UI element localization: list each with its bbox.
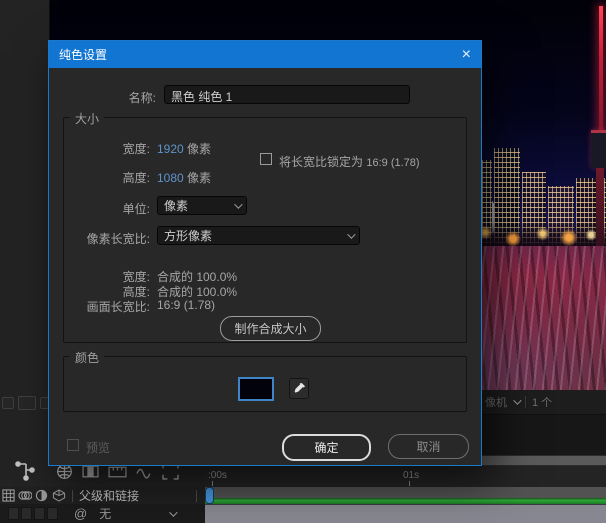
parent-link-header: 父级和链接 [79,487,139,504]
panel-gap [482,415,606,455]
frame-blend-icon[interactable] [2,489,15,502]
width-unit: 像素 [187,142,211,156]
ruler-label-0s: :00s [208,470,227,481]
layer-row: @ 无 [0,504,205,523]
height-label: 高度: [64,169,150,186]
playhead[interactable] [205,487,214,504]
ruler-tick [409,481,410,486]
units-dropdown[interactable]: 像素 [157,196,247,215]
preview-label: 预览 [86,439,110,456]
time-ruler[interactable]: :00s 01s [205,467,606,487]
lock-aspect-ratio: 16:9 (1.78) [366,157,419,169]
size-group-legend: 大小 [70,110,104,127]
pick-whip-icon[interactable]: @ [74,506,87,521]
pixel-aspect-label: 像素长宽比: [64,230,150,247]
view-count[interactable]: 1 个 [532,394,552,410]
dialog-title: 纯色设置 [59,46,107,63]
chevron-down-icon [513,396,521,404]
width-number: 1920 [157,142,184,156]
make-comp-size-button[interactable]: 制作合成大小 [220,316,321,341]
app-window: 像机 1 个 :00s 01s [0,0,606,523]
width-value: 1920 像素 [157,140,211,157]
height-value: 1080 像素 [157,169,211,186]
monitor-icon[interactable] [18,396,36,410]
color-group: 颜色 [63,356,467,412]
close-icon[interactable]: × [462,47,471,63]
size-group: 大小 宽度: 1920 像素 高度: 1080 像素 将长宽比锁定为 16:9 … [63,117,467,343]
camera-selector[interactable]: 像机 [485,394,507,410]
name-input-value: 黑色 纯色 1 [171,90,232,104]
dialog-title-bar[interactable]: 纯色设置 × [49,41,481,68]
layer-switch-cell[interactable] [47,507,58,520]
cn-tower-pod [591,130,606,168]
layer-switch-cell[interactable] [8,507,19,520]
height-number: 1080 [157,171,184,185]
eyedropper-icon [293,382,306,395]
preview-checkbox[interactable] [67,439,79,451]
cn-tower-shaft [596,168,604,246]
divider [72,490,73,502]
motion-blur-icon[interactable] [18,489,32,502]
lock-aspect-checkbox[interactable] [260,153,272,165]
cancel-button[interactable]: 取消 [388,434,469,459]
viewer-option-icon[interactable] [2,397,14,409]
chevron-down-icon [347,230,355,238]
lock-aspect-label: 将长宽比锁定为 16:9 (1.78) [279,153,420,170]
lock-aspect-text: 将长宽比锁定为 [279,155,363,169]
horizontal-scrollbar[interactable] [482,455,606,466]
layer-switch-cell[interactable] [21,507,32,520]
frame-aspect-label: 画面长宽比: [64,298,150,315]
name-label: 名称: [59,89,156,106]
pick-whip-tree-icon[interactable] [14,458,40,484]
units-label: 单位: [64,200,150,217]
pixel-aspect-dropdown[interactable]: 方形像素 [157,226,360,245]
color-group-legend: 颜色 [70,349,104,366]
adjustment-layer-icon[interactable] [35,489,48,502]
comp-panel-toolbar: 像机 1 个 [482,390,606,415]
ok-button[interactable]: 确定 [282,434,371,461]
frame-aspect-value: 16:9 (1.78) [157,298,215,312]
eyedropper-button[interactable] [289,378,309,399]
solid-settings-dialog: 纯色设置 × 名称: 黑色 纯色 1 大小 宽度: 1920 像素 高度: 10… [48,40,482,466]
layer-duration-bar[interactable] [205,504,606,523]
divider [525,396,526,408]
3d-layer-icon[interactable] [52,489,66,502]
timeline-column-header: 父级和链接 [0,487,205,504]
layer-switch-cell[interactable] [34,507,45,520]
ruler-tick [212,481,213,486]
units-value: 像素 [164,197,188,214]
chevron-down-icon[interactable] [169,508,177,516]
parent-select-value[interactable]: 无 [99,505,111,522]
width-label: 宽度: [64,140,150,157]
chevron-down-icon [234,200,242,208]
name-input[interactable]: 黑色 纯色 1 [164,85,410,104]
ruler-label-1s: 01s [403,470,419,481]
left-panel [0,0,50,455]
divider [196,490,197,502]
pixel-aspect-value: 方形像素 [164,227,212,244]
height-unit: 像素 [187,171,211,185]
cn-tower-antenna [599,6,603,136]
color-swatch[interactable] [238,377,274,401]
